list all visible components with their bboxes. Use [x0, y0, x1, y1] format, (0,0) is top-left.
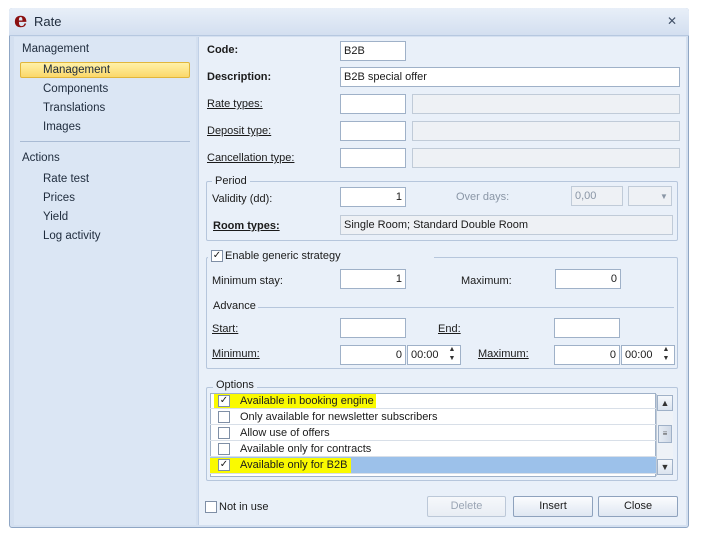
rate-types-label[interactable]: Rate types: [207, 98, 263, 110]
maximum-stay-label: Maximum: [461, 275, 512, 287]
option-row-b2b[interactable]: ✓ Available only for B2B [210, 457, 656, 474]
advance-maximum-label[interactable]: Maximum: [478, 348, 529, 360]
nav-item-translations[interactable]: Translations [43, 102, 105, 114]
advance-separator [258, 307, 674, 308]
close-window-button[interactable]: ✕ [665, 13, 679, 28]
option-row-newsletter[interactable]: Only available for newsletter subscriber… [210, 409, 656, 425]
option-row-offers[interactable]: Allow use of offers [210, 425, 656, 441]
nav-header-actions: Actions [22, 152, 60, 164]
deposit-type-code-input[interactable] [340, 121, 406, 141]
advance-minimum-input[interactable]: 0 [340, 345, 406, 365]
advance-end-label[interactable]: End: [438, 323, 461, 335]
description-input[interactable]: B2B special offer [340, 67, 680, 87]
over-days-label: Over days: [456, 191, 510, 203]
window-title: Rate [34, 14, 62, 29]
option-label-b2b: Available only for B2B [240, 459, 348, 471]
option-row-booking-engine[interactable]: ✓ Available in booking engine [210, 393, 656, 409]
nav-separator [20, 141, 190, 142]
insert-button[interactable]: Insert [513, 496, 593, 517]
rate-types-code-input[interactable] [340, 94, 406, 114]
close-button[interactable]: Close [598, 496, 678, 517]
option-checkbox-contracts[interactable] [218, 443, 230, 455]
deposit-type-description-field [412, 121, 680, 141]
scroll-down-icon[interactable]: ▼ [657, 459, 673, 475]
over-days-input: 0,00 [571, 186, 623, 206]
scroll-thumb[interactable]: ≡ [658, 425, 672, 443]
title-bar [9, 8, 689, 36]
option-label-booking-engine: Available in booking engine [240, 395, 374, 407]
chevron-down-icon: ▼ [660, 192, 668, 201]
code-input[interactable]: B2B [340, 41, 406, 61]
nav-item-components[interactable]: Components [43, 83, 108, 95]
option-label-contracts: Available only for contracts [240, 443, 372, 455]
rate-types-description-field [412, 94, 680, 114]
advance-minimum-label[interactable]: Minimum: [212, 348, 260, 360]
deposit-type-label[interactable]: Deposit type: [207, 125, 271, 137]
validity-label: Validity (dd): [212, 193, 273, 205]
code-label: Code: [207, 44, 239, 56]
cancellation-type-description-field [412, 148, 680, 168]
option-checkbox-b2b[interactable]: ✓ [218, 459, 230, 471]
nav-item-prices[interactable]: Prices [43, 192, 75, 204]
nav-item-images[interactable]: Images [43, 121, 81, 133]
advance-end-input[interactable] [554, 318, 620, 338]
advance-start-label[interactable]: Start: [212, 323, 238, 335]
option-row-contracts[interactable]: Available only for contracts [210, 441, 656, 457]
room-types-label[interactable]: Room types: [213, 220, 280, 232]
minimum-stay-label: Minimum stay: [212, 275, 283, 287]
option-checkbox-booking-engine[interactable]: ✓ [218, 395, 230, 407]
option-label-newsletter: Only available for newsletter subscriber… [240, 411, 438, 423]
not-in-use-checkbox[interactable] [205, 501, 217, 513]
not-in-use-label: Not in use [219, 501, 269, 513]
option-checkbox-newsletter[interactable] [218, 411, 230, 423]
nav-item-log-activity[interactable]: Log activity [43, 230, 101, 242]
enable-generic-strategy-checkbox[interactable]: ✓ [211, 250, 223, 262]
minimum-time-spinner-icon[interactable]: ▲ ▼ [447, 345, 457, 365]
validity-input[interactable]: 1 [340, 187, 406, 207]
option-checkbox-offers[interactable] [218, 427, 230, 439]
delete-button[interactable]: Delete [427, 496, 506, 517]
nav-item-yield[interactable]: Yield [43, 211, 68, 223]
enable-generic-strategy-label: Enable generic strategy [225, 250, 341, 262]
app-logo-icon: e [14, 7, 28, 32]
minimum-stay-input[interactable]: 1 [340, 269, 406, 289]
advance-start-input[interactable] [340, 318, 406, 338]
room-types-field: Single Room; Standard Double Room [340, 215, 673, 235]
options-group-title: Options [213, 379, 257, 391]
cancellation-type-label[interactable]: Cancellation type: [207, 152, 294, 164]
description-label: Description: [207, 71, 272, 83]
nav-header-management: Management [22, 43, 90, 55]
period-group-title: Period [212, 175, 250, 187]
maximum-stay-input[interactable]: 0 [555, 269, 621, 289]
advance-title: Advance [213, 300, 256, 312]
cancellation-type-code-input[interactable] [340, 148, 406, 168]
nav-item-management[interactable]: Management [20, 62, 190, 78]
option-label-offers: Allow use of offers [240, 427, 330, 439]
advance-maximum-input[interactable]: 0 [554, 345, 620, 365]
maximum-time-spinner-icon[interactable]: ▲ ▼ [661, 345, 671, 365]
scroll-up-icon[interactable]: ▲ [657, 395, 673, 411]
nav-item-rate-test[interactable]: Rate test [43, 173, 89, 185]
